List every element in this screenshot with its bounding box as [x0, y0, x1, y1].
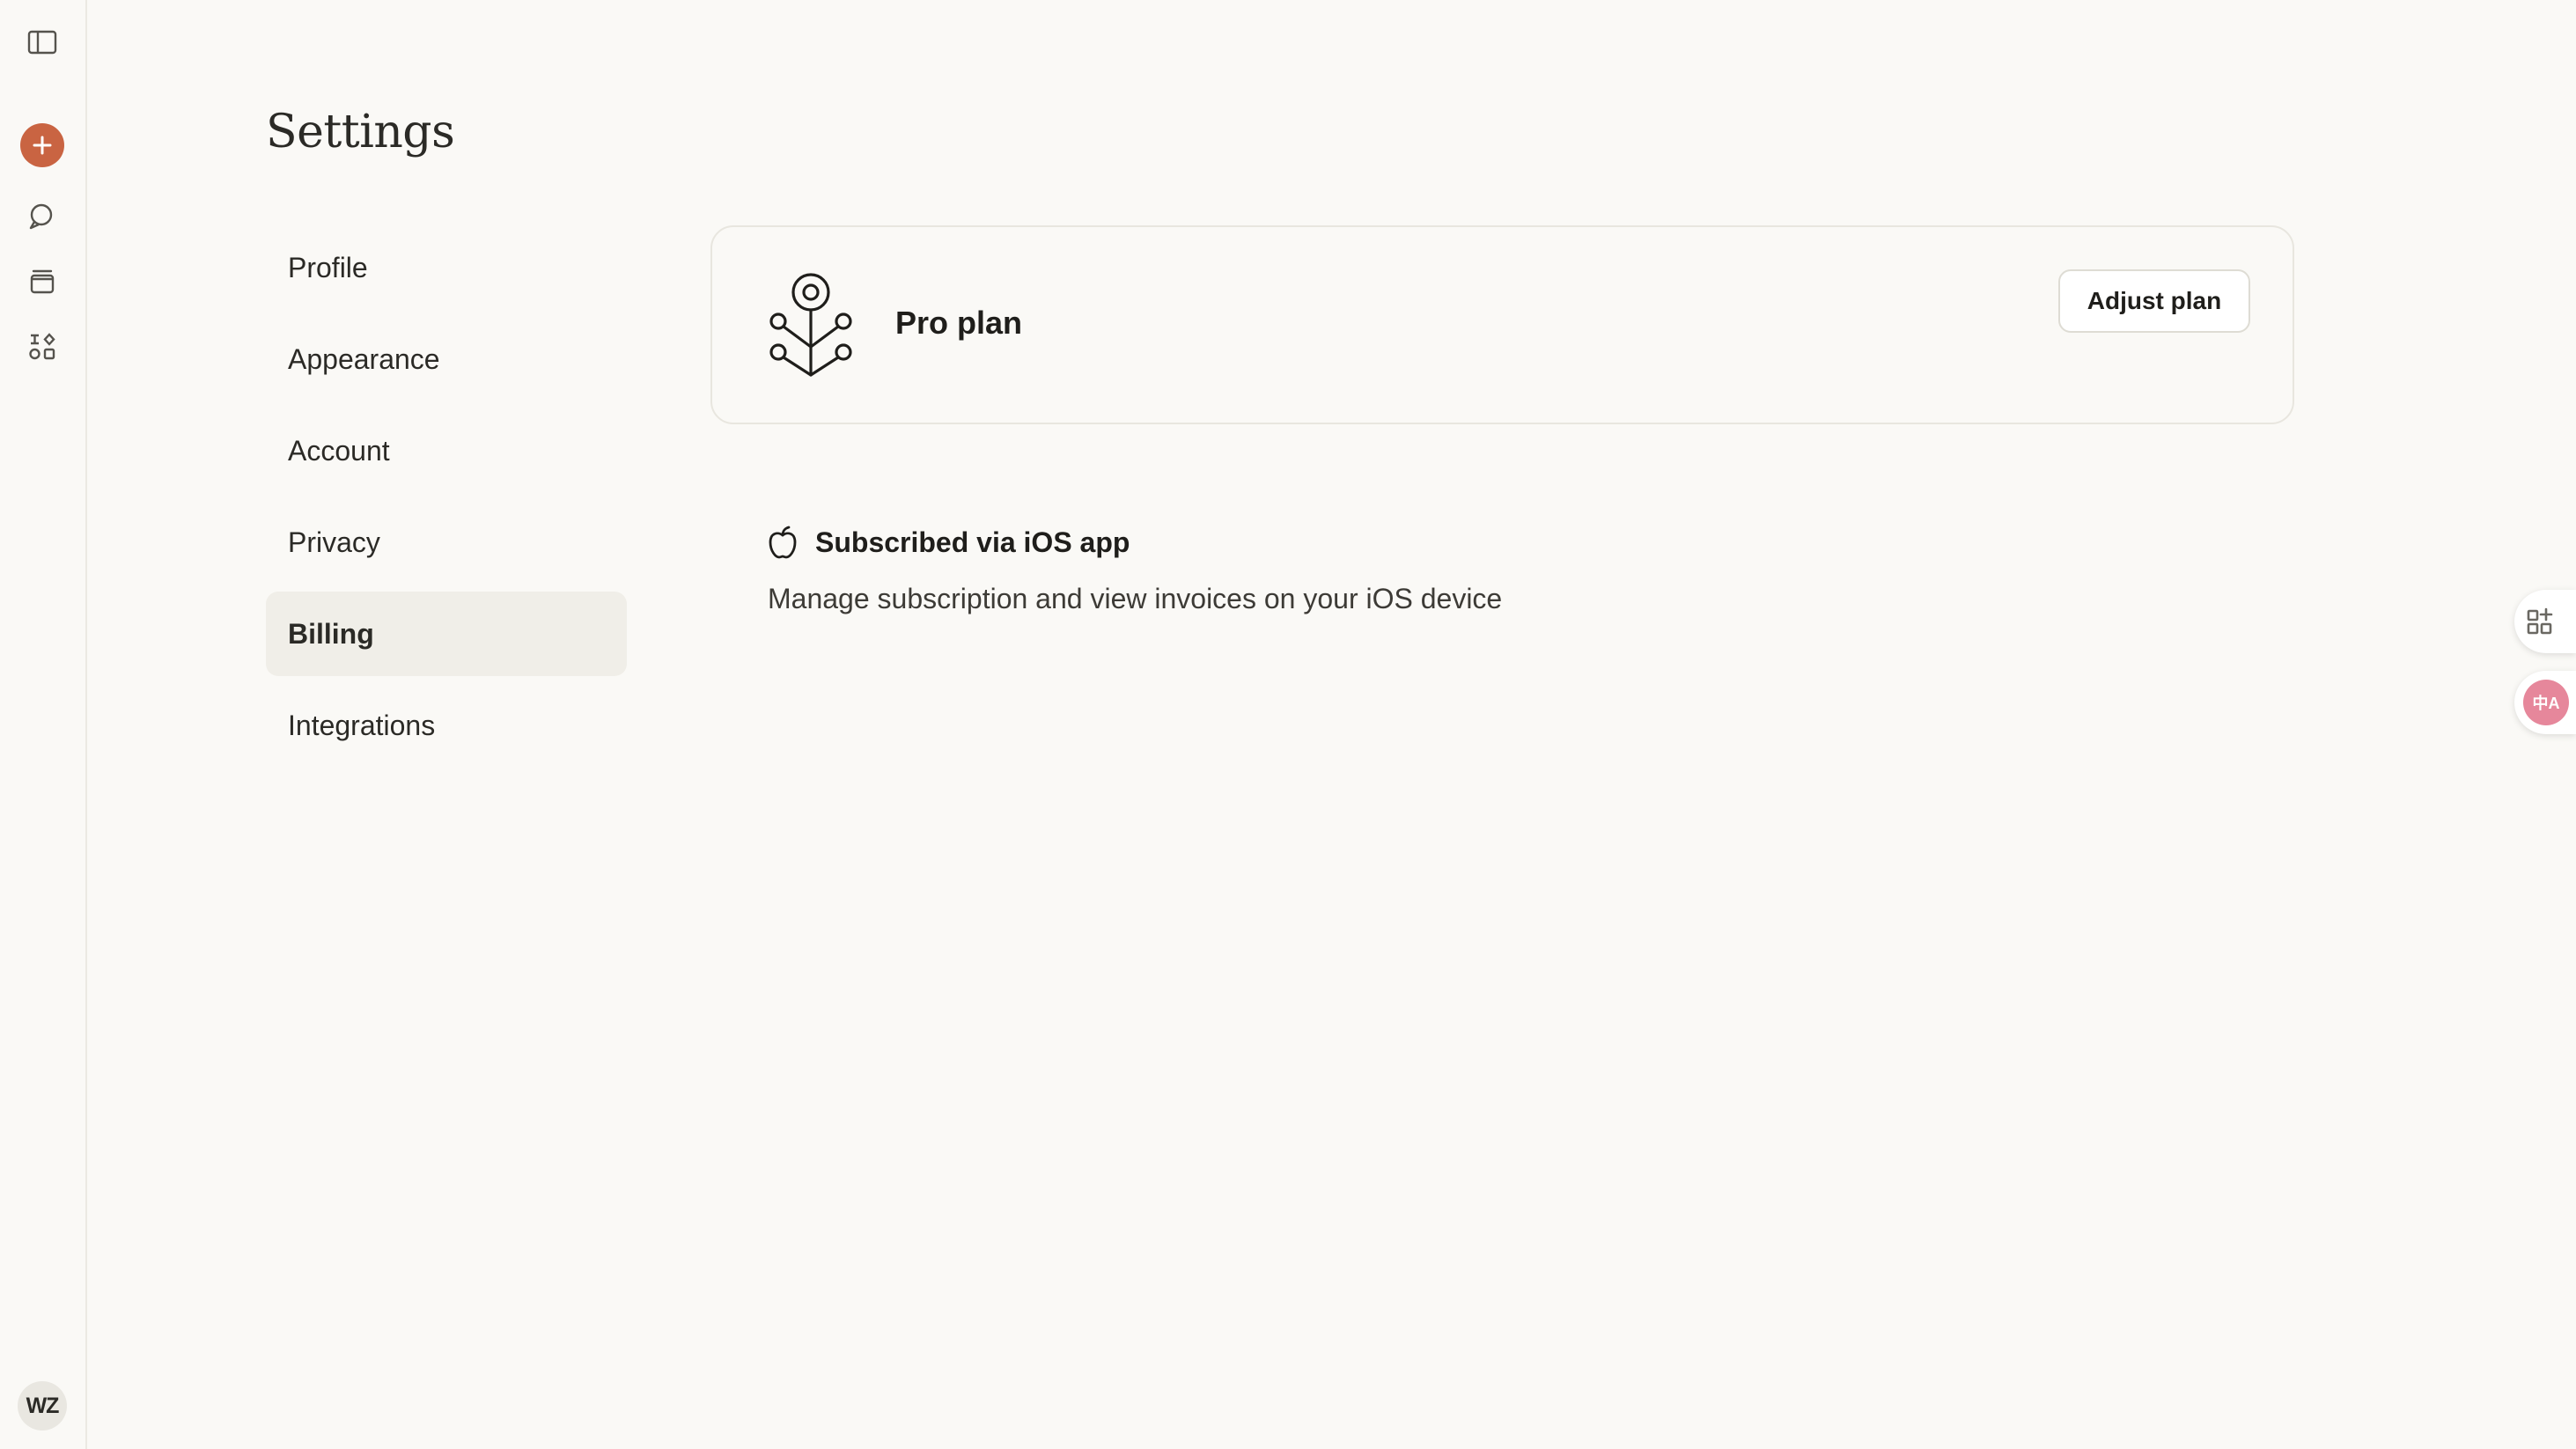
- plan-name: Pro plan: [895, 305, 1023, 341]
- chats-button[interactable]: [19, 194, 65, 239]
- settings-nav-profile[interactable]: Profile: [266, 225, 627, 310]
- page-title: Settings: [266, 106, 455, 158]
- floating-apps-button[interactable]: [2514, 590, 2576, 653]
- nav-item-label: Billing: [288, 617, 374, 650]
- translate-icon: 中A: [2523, 680, 2569, 725]
- subscription-title: Subscribed via iOS app: [815, 526, 1130, 558]
- subscription-description: Manage subscription and view invoices on…: [768, 583, 1503, 614]
- floating-translate-button[interactable]: 中A: [2514, 671, 2576, 734]
- apple-icon: [769, 526, 797, 559]
- sidebar-toggle-icon: [27, 30, 57, 55]
- nav-item-label: Account: [288, 434, 390, 467]
- nav-item-label: Integrations: [288, 709, 436, 741]
- pro-plan-icon: [769, 273, 852, 377]
- shapes-grid-icon: [29, 333, 55, 360]
- chat-bubble-icon: [29, 203, 53, 230]
- settings-nav: Profile Appearance Account Privacy Billi…: [266, 225, 627, 775]
- nav-item-label: Appearance: [288, 342, 440, 375]
- settings-nav-integrations[interactable]: Integrations: [266, 683, 627, 768]
- translate-glyph: 中A: [2532, 695, 2560, 712]
- settings-nav-billing[interactable]: Billing: [266, 592, 627, 676]
- subscription-heading: Subscribed via iOS app: [766, 525, 1130, 560]
- plus-icon: [33, 136, 52, 155]
- settings-nav-privacy[interactable]: Privacy: [266, 500, 627, 585]
- sidebar-toggle-button[interactable]: [19, 19, 65, 65]
- plan-card: Pro plan Adjust plan: [710, 225, 2294, 424]
- settings-nav-appearance[interactable]: Appearance: [266, 317, 627, 401]
- left-rail: WZ: [0, 0, 87, 1449]
- nav-item-label: Profile: [288, 251, 368, 283]
- settings-nav-account[interactable]: Account: [266, 408, 627, 493]
- new-chat-button[interactable]: [20, 123, 64, 167]
- grid-plus-icon: [2527, 607, 2553, 635]
- adjust-plan-button[interactable]: Adjust plan: [2058, 269, 2250, 333]
- user-avatar[interactable]: WZ: [18, 1381, 67, 1431]
- projects-button[interactable]: [19, 259, 65, 305]
- artifacts-button[interactable]: [19, 324, 65, 370]
- nav-item-label: Privacy: [288, 526, 380, 558]
- avatar-initials: WZ: [26, 1393, 60, 1418]
- settings-app: WZ Settings Profile Appearance Account P…: [0, 0, 2576, 1449]
- archive-box-icon: [30, 269, 55, 294]
